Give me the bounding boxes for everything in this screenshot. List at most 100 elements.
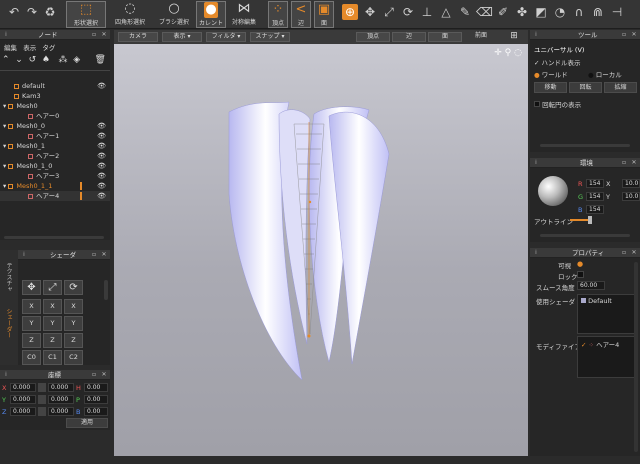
- vertex-mode-button[interactable]: ⁘ 頂点: [268, 1, 288, 28]
- eye-icon[interactable]: 👁: [97, 161, 106, 171]
- coord-x-field[interactable]: 0.000: [10, 383, 36, 392]
- scale-button[interactable]: 拡縮: [604, 82, 637, 93]
- axis-z-button[interactable]: Z: [22, 333, 41, 348]
- edge-view-button[interactable]: 辺: [392, 32, 426, 42]
- axis-x-button[interactable]: X: [22, 299, 41, 314]
- layout-icon[interactable]: ⊞: [506, 32, 522, 42]
- shape-select-button[interactable]: ⬚ 形状選択: [66, 1, 106, 28]
- c0-button[interactable]: C0: [22, 350, 41, 365]
- axis-x-button[interactable]: X: [64, 299, 83, 314]
- magnet-icon[interactable]: ⋒: [590, 4, 606, 20]
- axis-x-button[interactable]: X: [43, 299, 62, 314]
- tree-item-hair1[interactable]: ヘアー1 👁: [0, 131, 110, 141]
- close-icon[interactable]: ✕: [100, 251, 108, 259]
- coord-b-field[interactable]: 0.00: [84, 407, 108, 416]
- tree-item-default[interactable]: default 👁: [0, 81, 110, 91]
- shape-icon[interactable]: ♠: [42, 55, 50, 65]
- close-icon[interactable]: ✕: [100, 31, 108, 39]
- shader-scrollbar[interactable]: [104, 280, 108, 300]
- prop-scrollbar[interactable]: [634, 262, 638, 452]
- coord-x2-field[interactable]: 0.000: [48, 383, 74, 392]
- eye-icon[interactable]: 👁: [97, 141, 106, 151]
- tree-item-mesh0-1[interactable]: ▾ Mesh0_1 👁: [0, 141, 110, 151]
- env-x-field[interactable]: 10.0: [622, 179, 640, 188]
- z-lock-icon[interactable]: [38, 407, 46, 416]
- lock-checkbox[interactable]: [577, 271, 584, 278]
- x-lock-icon[interactable]: [38, 383, 46, 392]
- hair-model[interactable]: [114, 44, 528, 456]
- env-scrollbar[interactable]: [540, 234, 630, 237]
- current-button[interactable]: ● カレント: [196, 1, 226, 28]
- eye-icon[interactable]: 👁: [97, 171, 106, 181]
- env-y-field[interactable]: 10.0: [622, 192, 640, 201]
- close-icon[interactable]: ✕: [630, 249, 638, 257]
- visible-toggle[interactable]: ●: [577, 260, 583, 268]
- undo-icon[interactable]: ↶: [6, 4, 22, 20]
- coord-y2-field[interactable]: 0.000: [48, 395, 74, 404]
- camera-menu[interactable]: カメラ: [118, 32, 158, 42]
- snap-menu[interactable]: スナップ ▾: [250, 32, 290, 42]
- axis-y-button[interactable]: Y: [64, 316, 83, 331]
- panel-float-icon[interactable]: ▫: [620, 249, 628, 257]
- axis-z-button[interactable]: Z: [43, 333, 62, 348]
- expand-icon[interactable]: ▾: [3, 182, 6, 190]
- rotate-axis-icon[interactable]: ⟳: [64, 280, 83, 295]
- panel-float-icon[interactable]: ▫: [90, 31, 98, 39]
- local-radio[interactable]: ● ローカル: [588, 69, 622, 79]
- face-view-button[interactable]: 面: [428, 32, 462, 42]
- scale-axis-icon[interactable]: ⤢: [43, 280, 62, 295]
- brush-select-button[interactable]: ○ ブラシ選択: [154, 1, 194, 28]
- apply-button[interactable]: 適用: [66, 418, 108, 428]
- y-lock-icon[interactable]: [38, 395, 46, 404]
- chevron-down-icon[interactable]: ⌄: [15, 55, 23, 65]
- eye-icon[interactable]: 👁: [97, 121, 106, 131]
- coord-z2-field[interactable]: 0.000: [48, 407, 74, 416]
- coord-y-field[interactable]: 0.000: [10, 395, 36, 404]
- menu-tag[interactable]: タグ: [42, 44, 55, 52]
- rotate-button[interactable]: 回転: [569, 82, 602, 93]
- edge-mode-button[interactable]: < 辺: [291, 1, 311, 28]
- bend-icon[interactable]: ∩: [571, 4, 587, 20]
- panel-float-icon[interactable]: ▫: [620, 31, 628, 39]
- globe-icon[interactable]: ⊕: [342, 4, 358, 20]
- tree-item-hair3[interactable]: ヘアー3 👁: [0, 171, 110, 181]
- panel-float-icon[interactable]: ▫: [90, 371, 98, 379]
- eye-icon[interactable]: 👁: [97, 191, 106, 201]
- menu-view[interactable]: 表示: [23, 44, 36, 52]
- tree-item-kam3[interactable]: Kam3: [0, 91, 110, 101]
- trash-icon[interactable]: 🗑: [94, 55, 105, 65]
- panel-float-icon[interactable]: ▫: [620, 159, 628, 167]
- move-icon[interactable]: ✥: [362, 4, 378, 20]
- move-button[interactable]: 移動: [534, 82, 567, 93]
- expand-icon[interactable]: ▾: [3, 162, 6, 170]
- rotate-icon[interactable]: ⟳: [400, 4, 416, 20]
- tool-scrollbar[interactable]: [540, 144, 630, 147]
- c1-button[interactable]: C1: [43, 350, 62, 365]
- display-menu[interactable]: 表示 ▾: [162, 32, 202, 42]
- front-view-button[interactable]: 前面: [464, 32, 498, 42]
- 3d-viewport[interactable]: ✛ ⚲ ◌: [114, 44, 528, 456]
- close-icon[interactable]: ✕: [100, 371, 108, 379]
- tree-item-hair2[interactable]: ヘアー2 👁: [0, 151, 110, 161]
- arc-icon[interactable]: ◔: [552, 4, 568, 20]
- mirror-icon[interactable]: ⊣: [609, 4, 625, 20]
- eye-icon[interactable]: 👁: [97, 81, 106, 91]
- axis-y-button[interactable]: Y: [22, 316, 41, 331]
- expand-icon[interactable]: ▾: [3, 122, 6, 130]
- tree-item-hair4[interactable]: ヘアー4 👁: [0, 191, 110, 201]
- chevron-up-icon[interactable]: ⌃: [2, 55, 10, 65]
- cube-icon[interactable]: ◩: [533, 4, 549, 20]
- move-axis-icon[interactable]: ✥: [22, 280, 41, 295]
- puzzle-icon[interactable]: ✤: [514, 4, 530, 20]
- env-b-field[interactable]: 154: [586, 205, 604, 214]
- rotate-node-icon[interactable]: ↺: [29, 55, 37, 65]
- redo-icon[interactable]: ↷: [24, 4, 40, 20]
- coord-p-field[interactable]: 0.00: [84, 395, 108, 404]
- tree-item-mesh0-1-0[interactable]: ▾ Mesh0_1_0 👁: [0, 161, 110, 171]
- eye-icon[interactable]: 👁: [97, 131, 106, 141]
- eraser-icon[interactable]: ⌫: [476, 4, 493, 20]
- handle-checkbox[interactable]: ✓ ハンドル表示: [534, 57, 581, 67]
- eye-icon[interactable]: 👁: [97, 151, 106, 161]
- rotation-circle-checkbox[interactable]: 回転円の表示: [534, 99, 581, 109]
- modifier-list[interactable]: ✓ ⁘ ヘアー4: [577, 336, 635, 378]
